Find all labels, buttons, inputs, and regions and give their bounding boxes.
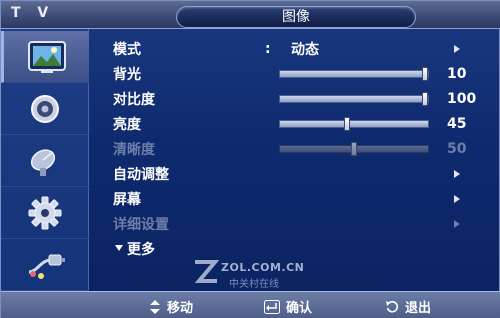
sharpness-value: 50 xyxy=(447,141,467,157)
menu-item-mode[interactable]: 模式 : 动态 xyxy=(97,37,497,61)
watermark-text: ZOL.COM.CN xyxy=(221,261,305,274)
hint-enter: 确认 xyxy=(264,297,312,316)
hint-exit: 退出 xyxy=(385,297,431,316)
backlight-slider[interactable] xyxy=(279,67,429,81)
mode-colon: : xyxy=(265,41,271,57)
chevron-right-icon xyxy=(454,195,460,203)
brightness-value: 45 xyxy=(447,116,467,132)
return-icon xyxy=(386,300,399,312)
slider-thumb[interactable] xyxy=(422,67,428,81)
top-bar: T V 图像 xyxy=(1,1,500,29)
hint-move: 移动 xyxy=(149,297,193,316)
menu-item-brightness[interactable]: 亮度 45 xyxy=(97,112,497,136)
sharpness-slider xyxy=(279,142,429,156)
watermark-subtext: 中关村在线 xyxy=(229,279,279,290)
contrast-value: 100 xyxy=(447,91,477,107)
slider-thumb[interactable] xyxy=(344,117,350,131)
hint-move-label: 移动 xyxy=(167,301,194,316)
sharpness-label: 清晰度 xyxy=(113,142,155,158)
auto-adjust-label: 自动调整 xyxy=(113,167,169,183)
advanced-label: 详细设置 xyxy=(113,217,169,233)
menu-item-advanced: 详细设置 xyxy=(97,212,497,236)
tab-channel[interactable] xyxy=(1,135,89,187)
sidebar xyxy=(1,29,89,291)
hint-exit-label: 退出 xyxy=(405,301,432,316)
menu-item-backlight[interactable]: 背光 10 xyxy=(97,62,497,86)
menu-item-auto-adjust[interactable]: 自动调整 xyxy=(97,162,497,186)
menu-item-contrast[interactable]: 对比度 100 xyxy=(97,87,497,111)
more-label: 更多 xyxy=(127,242,155,258)
slider-thumb xyxy=(351,142,357,156)
input-cable-icon xyxy=(28,254,65,279)
brightness-label: 亮度 xyxy=(113,117,141,133)
menu-item-screen[interactable]: 屏幕 xyxy=(97,187,497,211)
backlight-value: 10 xyxy=(447,66,467,82)
chevron-right-icon xyxy=(454,170,460,178)
brightness-slider[interactable] xyxy=(279,117,429,131)
picture-icon xyxy=(27,40,66,73)
menu-title: 图像 xyxy=(176,6,416,28)
mode-label: 模式 xyxy=(113,42,141,58)
speaker-icon xyxy=(31,94,59,123)
chevron-down-icon xyxy=(115,245,123,251)
bottom-hint-bar: 移动 确认 退出 xyxy=(1,291,500,318)
screen-label: 屏幕 xyxy=(113,192,141,208)
up-down-arrows-icon xyxy=(150,299,160,314)
zol-watermark: ZOL.COM.CN 中关村在线 xyxy=(191,255,331,290)
backlight-label: 背光 xyxy=(113,67,141,83)
hint-enter-label: 确认 xyxy=(286,301,313,316)
tab-picture[interactable] xyxy=(1,31,89,83)
tab-setup[interactable] xyxy=(1,187,89,239)
chevron-right-icon xyxy=(454,220,460,228)
mode-value: 动态 xyxy=(291,42,319,58)
zol-logo-icon xyxy=(194,260,220,283)
tab-sound[interactable] xyxy=(1,83,89,135)
satellite-dish-icon xyxy=(30,148,56,176)
tv-brand-label: T V xyxy=(11,5,55,21)
chevron-right-icon xyxy=(454,45,460,53)
gear-icon xyxy=(28,196,62,229)
contrast-label: 对比度 xyxy=(113,92,155,108)
tv-osd-screen: T V 图像 模式: 动态 背光 10 对比度 100 亮度 45 清晰度 5… xyxy=(0,0,500,318)
slider-thumb[interactable] xyxy=(422,92,428,106)
menu-item-sharpness: 清晰度 50 xyxy=(97,137,497,161)
tab-input[interactable] xyxy=(1,239,89,291)
enter-icon xyxy=(264,299,280,314)
contrast-slider[interactable] xyxy=(279,92,429,106)
